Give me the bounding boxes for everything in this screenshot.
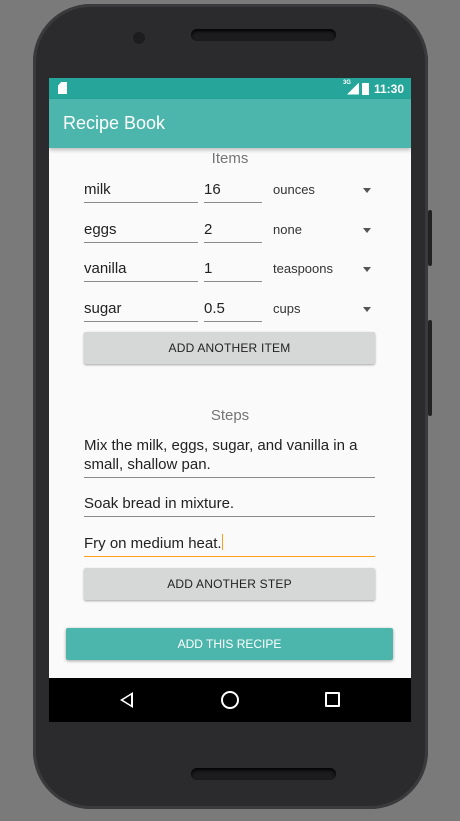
recipe-form: Items milk 16 ounces eggs 2 none vanilla… [49,148,411,678]
add-step-button[interactable]: ADD ANOTHER STEP [84,568,375,600]
step-input[interactable]: Soak bread in mixture. [84,494,375,517]
app-bar: Recipe Book [49,99,411,148]
item-quantity-input[interactable]: 2 [204,218,262,243]
unit-select[interactable]: teaspoons [273,257,375,282]
recents-icon[interactable] [325,692,340,707]
add-recipe-button[interactable]: ADD THIS RECIPE [66,628,393,660]
item-quantity-input[interactable]: 0.5 [204,297,262,322]
item-row: eggs 2 none [84,218,379,248]
status-bar: 3G 11:30 [49,78,411,99]
power-button [428,210,432,266]
unit-select[interactable]: ounces [273,178,375,203]
item-quantity-input[interactable]: 16 [204,178,262,203]
unit-select[interactable]: cups [273,297,375,322]
unit-select[interactable]: none [273,218,375,243]
sd-card-icon [58,82,67,94]
caret-down-icon [363,267,371,272]
item-name-input[interactable]: vanilla [84,257,198,282]
unit-value: none [273,222,302,237]
item-name-input[interactable]: sugar [84,297,198,322]
step-text: Fry on medium heat. [84,535,222,552]
item-name-input[interactable]: milk [84,178,198,203]
step-input-focused[interactable]: Fry on medium heat. [84,534,375,557]
caret-down-icon [363,228,371,233]
caret-down-icon [363,307,371,312]
volume-button [428,320,432,416]
bottom-speaker [191,768,336,780]
unit-value: teaspoons [273,261,333,276]
caret-down-icon [363,188,371,193]
screen: 3G 11:30 Recipe Book Items milk 16 ounce… [49,78,411,722]
front-camera [133,32,145,44]
step-input[interactable]: Mix the milk, eggs, sugar, and vanilla i… [84,436,375,478]
text-cursor [221,534,223,550]
battery-icon [361,82,369,95]
status-time: 11:30 [373,81,404,96]
back-icon[interactable] [120,692,133,708]
item-row: sugar 0.5 cups [84,297,379,327]
home-icon[interactable] [221,691,239,709]
steps-heading: Steps [210,407,250,424]
item-row: vanilla 1 teaspoons [84,257,379,287]
item-row: milk 16 ounces [84,178,379,208]
unit-value: cups [273,301,301,316]
items-heading: Items [211,150,249,167]
network-type: 3G [342,79,351,86]
top-speaker [191,29,336,41]
navigation-bar [49,678,411,722]
unit-value: ounces [273,182,315,197]
item-quantity-input[interactable]: 1 [204,257,262,282]
item-name-input[interactable]: eggs [84,218,198,243]
signal-icon: 3G [342,79,359,95]
app-title: Recipe Book [63,113,166,133]
add-item-button[interactable]: ADD ANOTHER ITEM [84,332,375,364]
